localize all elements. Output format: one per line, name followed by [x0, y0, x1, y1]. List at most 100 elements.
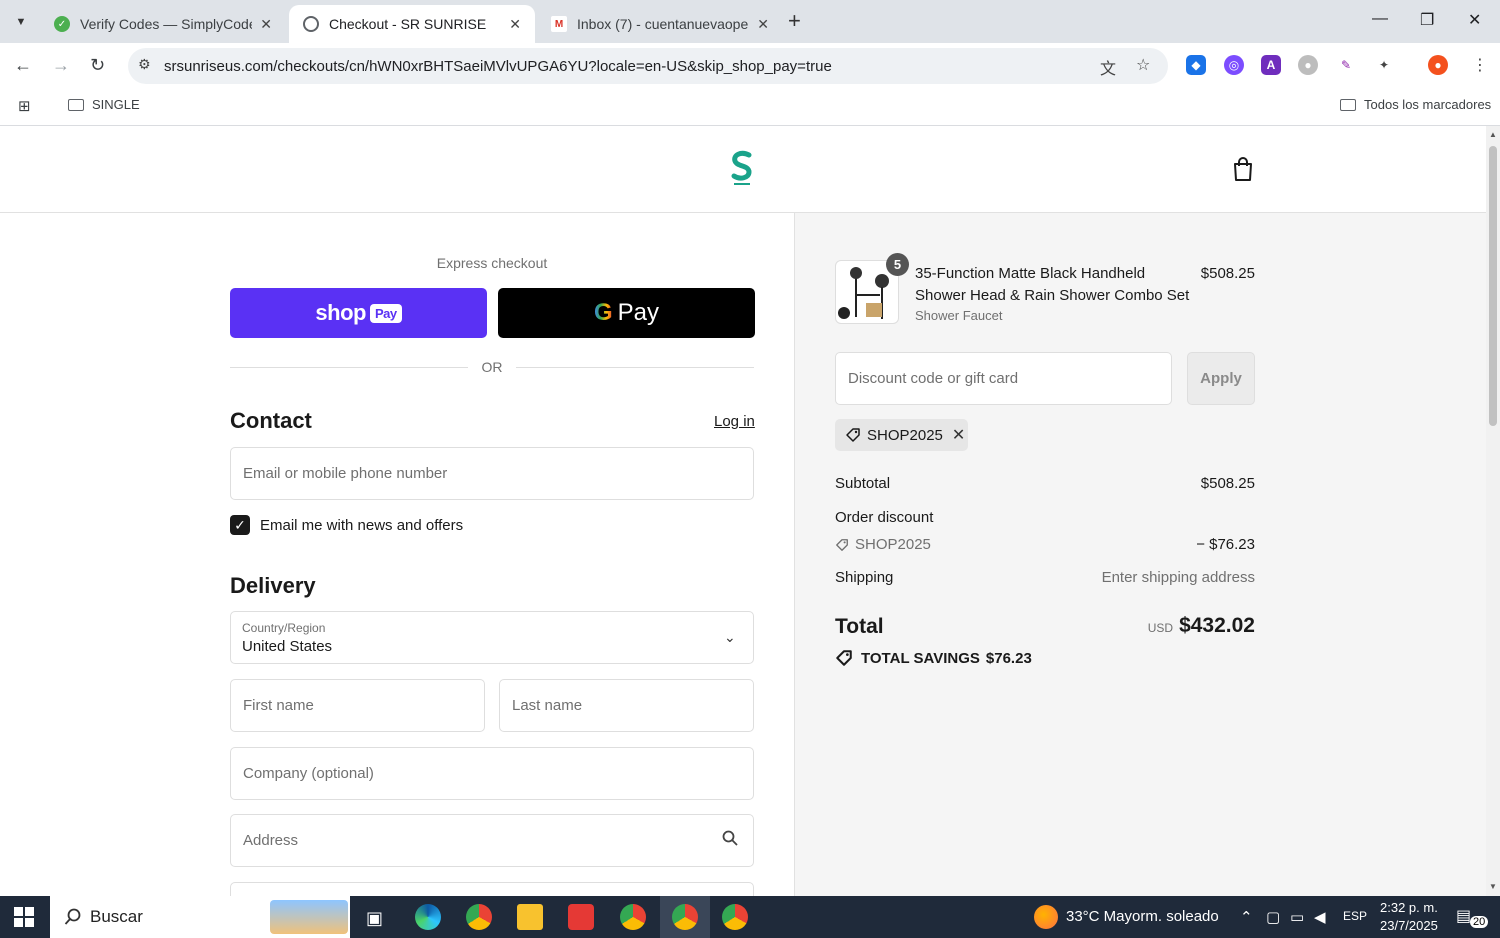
apps-grid-icon[interactable]: ⊞ [18, 97, 31, 115]
email-field[interactable]: Email or mobile phone number [230, 447, 754, 500]
order-discount-label: Order discount [835, 509, 934, 526]
remove-code-icon[interactable]: ✕ [952, 425, 965, 445]
tag-icon [836, 650, 852, 666]
all-bookmarks-label: Todos los marcadores [1364, 97, 1492, 112]
extensions-puzzle-icon[interactable]: ✦ [1374, 55, 1394, 75]
close-tab-icon[interactable]: ✕ [260, 16, 272, 33]
weather-text[interactable]: 33°C Mayorm. soleado [1066, 908, 1219, 925]
chrome-profile-icon[interactable] [620, 904, 646, 930]
tab-search-chevron-icon[interactable]: ▼ [8, 9, 34, 35]
or-divider-text: OR [481, 359, 503, 375]
globe-favicon-icon [303, 16, 319, 32]
browser-toolbar: ← → ↻ ⚙ srsunriseus.com/checkouts/cn/hWN… [0, 43, 1500, 89]
task-view-icon[interactable]: ▣ [366, 908, 383, 929]
windows-taskbar: Buscar ▣ 33°C Mayorm. soleado ⌃ ▢ ▭ ◀ ES… [0, 896, 1500, 938]
first-name-field[interactable]: First name [230, 679, 485, 732]
restore-icon[interactable]: ❐ [1420, 10, 1434, 30]
quantity-badge: 5 [886, 253, 909, 276]
back-arrow-icon[interactable]: ← [14, 55, 32, 76]
tab-title: Checkout - SR SUNRISE [329, 16, 487, 32]
search-highlight-image[interactable] [270, 900, 348, 934]
shop-pay-button[interactable]: shop Pay [230, 288, 487, 338]
chrome-active-icon[interactable] [672, 904, 698, 930]
shipping-label: Shipping [835, 569, 894, 586]
chevron-up-icon[interactable]: ⌃ [1240, 908, 1253, 926]
extension-a-icon[interactable]: A [1261, 55, 1281, 75]
contact-heading: Contact [230, 408, 312, 433]
news-checkbox-label: Email me with news and offers [260, 517, 464, 534]
folder-icon [68, 98, 84, 111]
scroll-up-icon[interactable]: ▲ [1489, 130, 1497, 139]
volume-icon[interactable]: ◀ [1314, 908, 1326, 926]
google-pay-word: Pay [617, 299, 660, 326]
new-tab-icon[interactable]: + [788, 8, 801, 34]
scroll-down-icon[interactable]: ▼ [1489, 882, 1497, 891]
meet-now-icon[interactable]: ▢ [1266, 908, 1280, 926]
savings-value: $76.23 [985, 649, 1032, 667]
tab-gmail[interactable]: M Inbox (7) - cuentanuevaopera@ ✕ [537, 5, 783, 43]
company-field[interactable]: Company (optional) [230, 747, 754, 800]
first-name-placeholder: First name [243, 697, 314, 714]
extension-pen-icon[interactable]: ✎ [1336, 55, 1356, 75]
total-label: Total [835, 615, 884, 638]
currency-code: USD [1147, 621, 1174, 635]
bookmark-folder-single[interactable]: SINGLE [68, 97, 140, 112]
log-in-link[interactable]: Log in [714, 413, 755, 430]
forward-arrow-icon[interactable]: → [52, 55, 70, 76]
notifications-icon[interactable]: ▤ [1456, 906, 1471, 926]
windows-start-icon[interactable] [14, 907, 34, 927]
language-indicator[interactable]: ESP [1343, 909, 1367, 923]
search-icon [722, 830, 738, 846]
google-pay-button[interactable]: G Pay [498, 288, 755, 338]
reload-icon[interactable]: ↻ [90, 55, 105, 76]
file-explorer-icon[interactable] [517, 904, 543, 930]
bookmark-folder-label: SINGLE [92, 97, 140, 112]
subtotal-value: $508.25 [1200, 475, 1255, 492]
scrollbar-thumb[interactable] [1489, 146, 1497, 426]
cart-bag-icon[interactable] [1232, 156, 1254, 182]
weather-sun-icon[interactable] [1034, 905, 1058, 929]
app-red-icon[interactable] [568, 904, 594, 930]
tab-title: Inbox (7) - cuentanuevaopera@ [577, 16, 749, 32]
product-name: 35-Function Matte Black Handheld Shower … [915, 265, 1190, 304]
close-tab-icon[interactable]: ✕ [757, 16, 769, 33]
tab-checkout[interactable]: Checkout - SR SUNRISE ✕ [289, 5, 535, 43]
address-field[interactable]: Address [230, 814, 754, 867]
chrome-profile-2-icon[interactable] [722, 904, 748, 930]
bookmark-star-icon[interactable]: ☆ [1136, 55, 1150, 75]
country-value: United States [242, 638, 333, 655]
discount-value: − $76.23 [1196, 536, 1255, 553]
product-variant: Shower Faucet [915, 308, 1003, 323]
close-window-icon[interactable]: ✕ [1468, 10, 1481, 30]
extension-circle-icon[interactable]: ◎ [1224, 55, 1244, 75]
total-value: $432.02 [1179, 614, 1255, 637]
browser-menu-icon[interactable]: ⋮ [1472, 55, 1488, 75]
shield-extension-icon[interactable]: ◆ [1186, 55, 1206, 75]
apply-button[interactable]: Apply [1187, 352, 1255, 405]
edge-browser-icon[interactable] [415, 904, 441, 930]
page-scrollbar[interactable]: ▲ ▼ [1486, 126, 1500, 896]
company-placeholder: Company (optional) [243, 765, 374, 782]
site-settings-icon[interactable]: ⚙ [138, 56, 151, 73]
notification-count-badge: 20 [1470, 916, 1489, 928]
last-name-field[interactable]: Last name [499, 679, 754, 732]
tab-simplycodes[interactable]: ✓ Verify Codes — SimplyCodes ✕ [40, 5, 286, 43]
url-text: srsunriseus.com/checkouts/cn/hWN0xrBHTSa… [164, 57, 832, 75]
network-icon[interactable]: ▭ [1290, 908, 1304, 926]
close-tab-icon[interactable]: ✕ [509, 16, 521, 33]
news-checkbox[interactable]: ✓ [230, 515, 250, 535]
discount-placeholder: Discount code or gift card [848, 370, 1019, 387]
extension-grey-icon[interactable]: ● [1298, 55, 1318, 75]
profile-avatar-icon[interactable]: ● [1428, 55, 1448, 75]
translate-icon[interactable]: 文 [1100, 55, 1116, 79]
discount-code-input[interactable]: Discount code or gift card [835, 352, 1172, 405]
store-logo-icon[interactable] [728, 150, 756, 188]
checkout-page: Express checkout shop Pay G Pay OR Conta… [0, 126, 1486, 896]
chrome-icon[interactable] [466, 904, 492, 930]
search-icon [64, 908, 81, 925]
address-bar[interactable]: ⚙ srsunriseus.com/checkouts/cn/hWN0xrBHT… [128, 48, 1168, 84]
minimize-icon[interactable]: — [1372, 10, 1388, 28]
apartment-field[interactable] [230, 882, 754, 896]
clock[interactable]: 2:32 p. m. 23/7/2025 [1380, 899, 1438, 935]
all-bookmarks-folder[interactable]: Todos los marcadores [1340, 97, 1491, 112]
